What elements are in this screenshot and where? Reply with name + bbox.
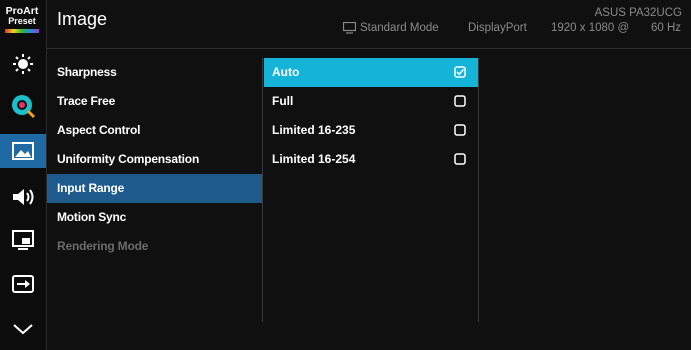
option-label: Limited 16-235: [272, 123, 356, 137]
rail-item-image[interactable]: [0, 134, 46, 168]
checkbox-checked-icon: [454, 66, 466, 78]
menu-item-uniformity-compensation[interactable]: Uniformity Compensation: [47, 145, 262, 174]
option-limited-16-235[interactable]: Limited 16-235: [264, 116, 478, 145]
color-icon: [12, 95, 36, 119]
checkbox-icon: [454, 124, 466, 136]
column-divider: [262, 58, 263, 322]
image-menu: Sharpness Trace Free Aspect Control Unif…: [47, 58, 262, 261]
preset-mode: Standard Mode: [360, 22, 439, 34]
logo-line-2: Preset: [8, 16, 36, 26]
rail-item-more[interactable]: [0, 312, 46, 346]
monitor-icon: [343, 22, 356, 34]
option-label: Auto: [272, 65, 300, 79]
monitor-model: ASUS PA32UCG: [594, 7, 682, 19]
menu-item-motion-sync[interactable]: Motion Sync: [47, 203, 262, 232]
option-auto[interactable]: Auto: [264, 58, 478, 87]
rail-item-color[interactable]: [0, 89, 46, 123]
rail-item-brightness[interactable]: [0, 47, 46, 81]
refresh-rate: 60 Hz: [651, 22, 682, 34]
input-select-icon: [12, 275, 34, 293]
menu-item-aspect-control[interactable]: Aspect Control: [47, 116, 262, 145]
menu-item-input-range[interactable]: Input Range: [47, 174, 262, 203]
menu-item-trace-free[interactable]: Trace Free: [47, 87, 262, 116]
icon-rail: ProArt Preset: [0, 0, 47, 350]
image-icon: [12, 142, 34, 160]
menu-item-rendering-mode: Rendering Mode: [57, 239, 149, 253]
rail-item-sound[interactable]: [0, 180, 46, 214]
checkbox-icon: [454, 95, 466, 107]
header-divider: [46, 48, 691, 49]
proart-preset-logo[interactable]: ProArt Preset: [2, 6, 42, 40]
page-title: Image: [57, 9, 108, 29]
option-limited-16-254[interactable]: Limited 16-254: [264, 145, 478, 174]
column-divider: [478, 58, 479, 322]
sound-icon: [13, 189, 34, 205]
rail-item-pip[interactable]: [0, 223, 46, 257]
logo-color-bar: [5, 29, 39, 33]
osd-window: ProArt Preset Image ASUS PA32UCG Standar…: [0, 0, 691, 350]
input-range-options: Auto Full Limited 16-235 Limited 16-254: [264, 58, 478, 174]
option-label: Limited 16-254: [272, 152, 356, 166]
input-source: DisplayPort: [468, 22, 527, 34]
pip-icon: [12, 230, 34, 250]
chevron-down-icon: [13, 324, 33, 335]
option-label: Full: [272, 94, 294, 108]
checkbox-icon: [454, 153, 466, 165]
brightness-icon: [13, 54, 33, 74]
menu-item-sharpness[interactable]: Sharpness: [47, 58, 262, 87]
rail-item-input[interactable]: [0, 267, 46, 301]
resolution: 1920 x 1080 @: [551, 22, 630, 34]
logo-line-1: ProArt: [5, 5, 39, 17]
option-full[interactable]: Full: [264, 87, 478, 116]
